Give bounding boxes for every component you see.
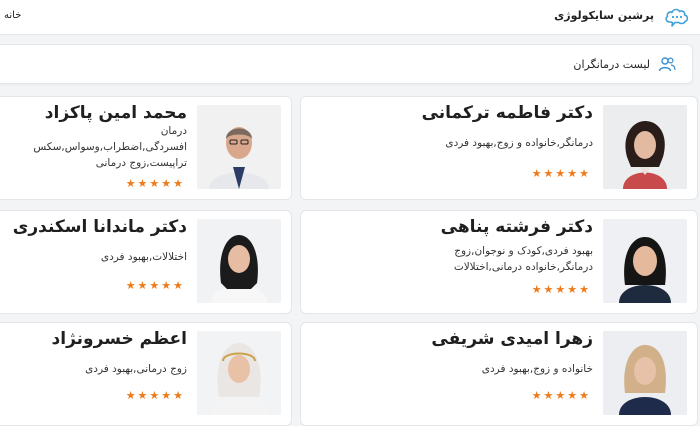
therapist-specialties: بهبود فردی,کودک و نوجوان,زوج درمانگر,خان… — [454, 243, 593, 275]
therapist-specialties: اختلالات,بهبود فردی — [101, 249, 187, 265]
therapist-specialties: خانواده و زوج,بهبود فردی — [482, 361, 593, 377]
therapist-photo — [603, 331, 687, 415]
therapist-card[interactable]: محمد امین پاکزاد درمان افسردگی,اضطراب,وس… — [0, 96, 292, 200]
specialty-line: درمانگر,خانواده و زوج,بهبود فردی — [445, 137, 593, 149]
specialty-line: تراپیست,زوج درمانی — [95, 157, 187, 169]
therapist-name[interactable]: محمد امین پاکزاد — [45, 103, 187, 123]
therapist-photo — [197, 219, 281, 303]
rating-stars: ★★★★★ — [531, 167, 591, 180]
brain-cloud-logo-icon[interactable] — [664, 5, 690, 29]
therapist-photo — [603, 105, 687, 189]
rating-stars: ★★★★★ — [531, 283, 591, 296]
users-icon — [658, 57, 676, 72]
therapist-card[interactable]: دکتر فرشته پناهی بهبود فردی,کودک و نوجوا… — [300, 210, 698, 314]
therapist-card[interactable]: زهرا امیدی شریفی خانواده و زوج,بهبود فرد… — [300, 322, 698, 426]
rating-stars: ★★★★★ — [125, 177, 185, 190]
specialty-line: درمان — [160, 125, 187, 137]
specialty-line: افسردگی,اضطراب,وسواس,سکس — [33, 141, 187, 153]
therapist-photo — [197, 105, 281, 189]
therapist-specialties: درمانگر,خانواده و زوج,بهبود فردی — [445, 135, 593, 151]
therapist-name[interactable]: دکتر ماندانا اسکندری — [13, 217, 187, 237]
therapist-list-header: لیست درمانگران — [0, 44, 693, 84]
therapist-name[interactable]: اعظم خسرونژاد — [52, 329, 187, 349]
rating-stars: ★★★★★ — [125, 279, 185, 292]
therapist-name[interactable]: زهرا امیدی شریفی — [431, 329, 593, 349]
specialty-line: درمانگر,خانواده درمانی,اختلالات — [453, 261, 593, 273]
rating-stars: ★★★★★ — [125, 389, 185, 402]
specialty-line: اختلالات,بهبود فردی — [100, 251, 187, 263]
therapist-photo — [603, 219, 687, 303]
section-title: لیست درمانگران — [573, 58, 650, 71]
specialty-line: بهبود فردی,کودک و نوجوان,زوج — [454, 245, 593, 257]
specialty-line: خانواده و زوج,بهبود فردی — [481, 363, 593, 375]
specialty-line: زوج درمانی,بهبود فردی — [85, 363, 187, 375]
therapist-photo — [197, 331, 281, 415]
home-link[interactable]: خانه — [4, 10, 21, 21]
therapist-card[interactable]: دکتر ماندانا اسکندری اختلالات,بهبود فردی… — [0, 210, 292, 314]
therapist-specialties: درمان افسردگی,اضطراب,وسواس,سکس تراپیست,ز… — [33, 123, 187, 171]
therapist-specialties: زوج درمانی,بهبود فردی — [85, 361, 187, 377]
therapist-name[interactable]: دکتر فرشته پناهی — [441, 217, 593, 237]
rating-stars: ★★★★★ — [531, 389, 591, 402]
therapist-name[interactable]: دکتر فاطمه ترکمانی — [422, 103, 593, 123]
therapist-card[interactable]: اعظم خسرونژاد زوج درمانی,بهبود فردی ★★★★… — [0, 322, 292, 426]
brand-name[interactable]: پرشین سایکولوژی — [554, 9, 654, 22]
therapist-card[interactable]: دکتر فاطمه ترکمانی درمانگر,خانواده و زوج… — [300, 96, 698, 200]
top-navbar: خانه پرشین سایکولوژی — [0, 0, 700, 35]
